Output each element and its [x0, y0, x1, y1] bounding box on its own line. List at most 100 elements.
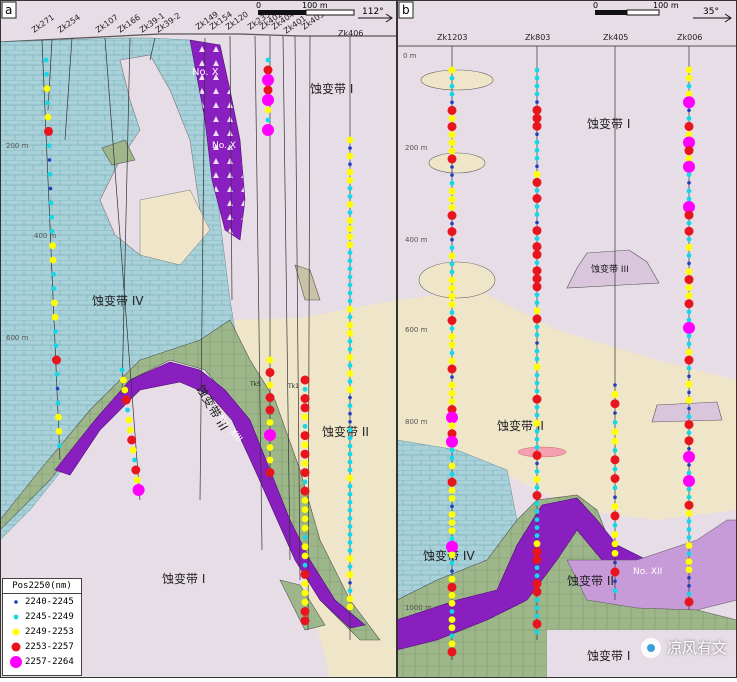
zone-label: 蚀变带 I — [310, 81, 353, 96]
sample-point — [448, 252, 456, 260]
sample-point — [121, 395, 131, 405]
sample-point — [686, 591, 692, 597]
sample-point — [534, 573, 540, 579]
legend-swatch — [10, 655, 22, 668]
sample-point — [686, 83, 692, 89]
sample-point — [448, 301, 456, 308]
sample-point — [534, 67, 540, 73]
sample-point — [346, 241, 354, 249]
sample-point — [300, 569, 310, 579]
depth-label: 400 m — [405, 236, 428, 244]
legend-swatch — [14, 599, 18, 604]
sample-point — [347, 274, 353, 280]
sample-point — [46, 143, 52, 149]
sample-point — [685, 566, 693, 574]
sample-point — [300, 607, 310, 616]
sample-point — [687, 406, 691, 411]
drill-hole-label: Zk006 — [677, 33, 702, 42]
watermark-text: 凉风有文 — [666, 639, 727, 657]
sample-point — [448, 195, 456, 203]
sample-point — [534, 139, 540, 145]
sample-point — [683, 475, 695, 487]
sample-point — [346, 354, 354, 361]
sample-point — [535, 164, 539, 169]
sample-point — [687, 447, 691, 451]
sample-point — [684, 597, 694, 607]
sample-point — [120, 376, 127, 384]
sample-point — [686, 196, 692, 202]
sample-point — [301, 589, 309, 597]
sample-point — [54, 371, 60, 377]
sample-point — [44, 113, 52, 121]
sample-point — [534, 404, 540, 410]
sample-point — [264, 106, 272, 114]
cross-section-a: Zk271 Zk254 Zk107 Zk166 Zk39-1 Zk39-2 Zk… — [0, 0, 397, 678]
sample-point — [449, 83, 455, 89]
panel-b: Zk1203 Zk803 Zk405 Zk006 0 100 m 35° 0 m… — [396, 0, 737, 679]
legend-label: 2257-2264 — [25, 656, 74, 667]
sample-point — [347, 363, 353, 368]
sample-point — [611, 437, 619, 445]
sample-point — [532, 450, 542, 460]
sample-point — [449, 326, 455, 331]
sample-point — [347, 451, 353, 457]
sample-point — [346, 201, 354, 208]
sample-point — [300, 616, 310, 626]
sample-point — [346, 386, 354, 393]
sample-point — [347, 459, 353, 465]
sample-point — [302, 535, 308, 540]
sample-point — [684, 275, 694, 285]
scale-zero: 0 — [593, 1, 598, 10]
sample-point — [686, 317, 692, 323]
sample-point — [348, 395, 352, 400]
sample-point — [301, 552, 309, 560]
sample-point — [347, 507, 353, 513]
sample-point — [448, 527, 456, 535]
sample-point — [301, 543, 309, 551]
sample-point — [684, 210, 694, 220]
sample-point — [686, 551, 692, 556]
sample-point — [300, 394, 310, 403]
depth-label: 600 m — [405, 326, 428, 334]
sample-point — [686, 116, 692, 121]
sample-point — [686, 518, 692, 524]
sample-point — [610, 567, 620, 577]
sample-point — [263, 65, 273, 75]
sample-point — [534, 324, 540, 330]
sample-point — [534, 236, 540, 242]
sample-point — [686, 333, 692, 339]
sample-point — [133, 476, 141, 484]
sample-point — [301, 413, 309, 421]
sample-point — [448, 284, 456, 292]
sample-point — [132, 484, 145, 496]
sample-point — [611, 549, 619, 557]
sample-point — [685, 268, 693, 275]
sample-point — [347, 532, 353, 537]
sample-point — [534, 75, 540, 81]
sample-point — [686, 220, 692, 226]
sample-point — [534, 147, 540, 153]
sample-point — [49, 229, 55, 234]
sample-point — [301, 441, 309, 449]
sample-point — [301, 506, 309, 513]
sample-point — [685, 284, 693, 291]
drill-hole-label: Zk1203 — [437, 33, 467, 42]
sample-point — [301, 497, 309, 504]
sample-point — [347, 491, 353, 497]
sample-point — [49, 256, 57, 264]
sample-point — [534, 533, 540, 538]
lens — [418, 261, 496, 299]
sample-point — [687, 108, 691, 113]
sample-point — [448, 591, 456, 599]
drill-hole-label: Zk405 — [603, 33, 628, 42]
sample-point — [612, 485, 618, 491]
sample-point — [685, 243, 693, 251]
sample-point — [686, 172, 692, 178]
sample-point — [683, 450, 695, 463]
minor-label: Tk1 — [287, 383, 299, 390]
sample-point — [532, 121, 542, 131]
sample-point — [449, 447, 455, 453]
sample-point — [687, 181, 691, 185]
sample-point — [447, 227, 457, 237]
sample-point — [534, 380, 540, 386]
